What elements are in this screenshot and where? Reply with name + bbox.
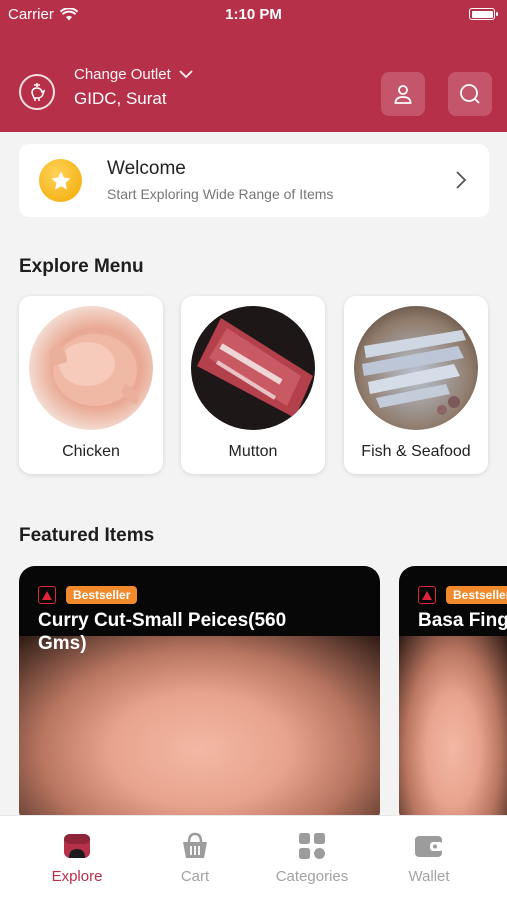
- nonveg-icon: [38, 586, 56, 604]
- menu-card-fish-seafood[interactable]: Fish & Seafood: [344, 296, 488, 474]
- featured-item-card[interactable]: Bestseller Curry Cut-Small Peices(560 Gm…: [19, 566, 380, 826]
- status-time: 1:10 PM: [225, 6, 282, 23]
- fish-image: [354, 306, 478, 430]
- battery-icon: [469, 8, 498, 20]
- product-image: [399, 636, 507, 826]
- chicken-image: [29, 306, 153, 430]
- tab-label: Explore: [51, 868, 103, 885]
- categories-icon: [299, 833, 325, 859]
- outlet-selector[interactable]: Change Outlet GIDC, Surat: [74, 66, 193, 109]
- product-image: [19, 636, 380, 826]
- welcome-title: Welcome: [107, 158, 186, 179]
- featured-item-title: Curry Cut-Small Peices(560 Gms): [38, 609, 286, 655]
- featured-item-title-line: Curry Cut-Small Peices(560: [38, 610, 287, 631]
- menu-label: Chicken: [62, 443, 120, 460]
- tab-cart[interactable]: Cart: [145, 830, 245, 885]
- bestseller-badge: Bestseller: [446, 586, 507, 604]
- rooster-logo-icon: [19, 74, 55, 110]
- search-button[interactable]: [448, 72, 492, 116]
- tab-label: Categories: [275, 868, 349, 885]
- chevron-down-icon: [179, 70, 193, 79]
- menu-card-mutton[interactable]: Mutton: [181, 296, 325, 474]
- cart-icon: [183, 832, 207, 858]
- chevron-right-icon: [456, 171, 467, 189]
- tab-label: Cart: [180, 868, 210, 885]
- outlet-value: GIDC, Surat: [74, 89, 167, 108]
- bottom-tab-bar: Explore Cart Categories Wallet: [0, 815, 507, 900]
- outlet-label-text: Change Outlet: [74, 66, 171, 83]
- status-bar: Carrier 1:10 PM: [0, 0, 507, 30]
- menu-label: Fish & Seafood: [361, 443, 471, 460]
- featured-item-title-line: Gms): [38, 633, 87, 654]
- featured-item-card[interactable]: Bestseller Basa Fing: [399, 566, 507, 826]
- featured-item-title-line: Basa Fing: [418, 610, 507, 631]
- welcome-subtitle: Start Exploring Wide Range of Items: [107, 186, 334, 202]
- featured-item-title: Basa Fing: [418, 609, 507, 632]
- tab-wallet[interactable]: Wallet: [379, 830, 479, 885]
- star-icon: [39, 159, 82, 202]
- user-icon: [394, 85, 412, 104]
- bestseller-badge: Bestseller: [66, 586, 138, 604]
- explore-icon: [64, 834, 90, 858]
- tab-categories[interactable]: Categories: [262, 830, 362, 885]
- search-icon: [460, 84, 480, 104]
- nonveg-icon: [418, 586, 436, 604]
- tab-explore[interactable]: Explore: [27, 830, 127, 885]
- explore-menu-title: Explore Menu: [19, 256, 144, 277]
- menu-card-chicken[interactable]: Chicken: [19, 296, 163, 474]
- wallet-icon: [415, 836, 443, 857]
- profile-button[interactable]: [381, 72, 425, 116]
- outlet-label: Change Outlet: [74, 66, 193, 83]
- menu-label: Mutton: [228, 443, 278, 460]
- app-header: Carrier 1:10 PM Change Outlet GIDC, Sura…: [0, 0, 507, 132]
- welcome-card[interactable]: Welcome Start Exploring Wide Range of It…: [19, 144, 489, 217]
- tab-label: Wallet: [408, 868, 450, 885]
- mutton-image: [191, 306, 315, 430]
- featured-items-title: Featured Items: [19, 525, 155, 546]
